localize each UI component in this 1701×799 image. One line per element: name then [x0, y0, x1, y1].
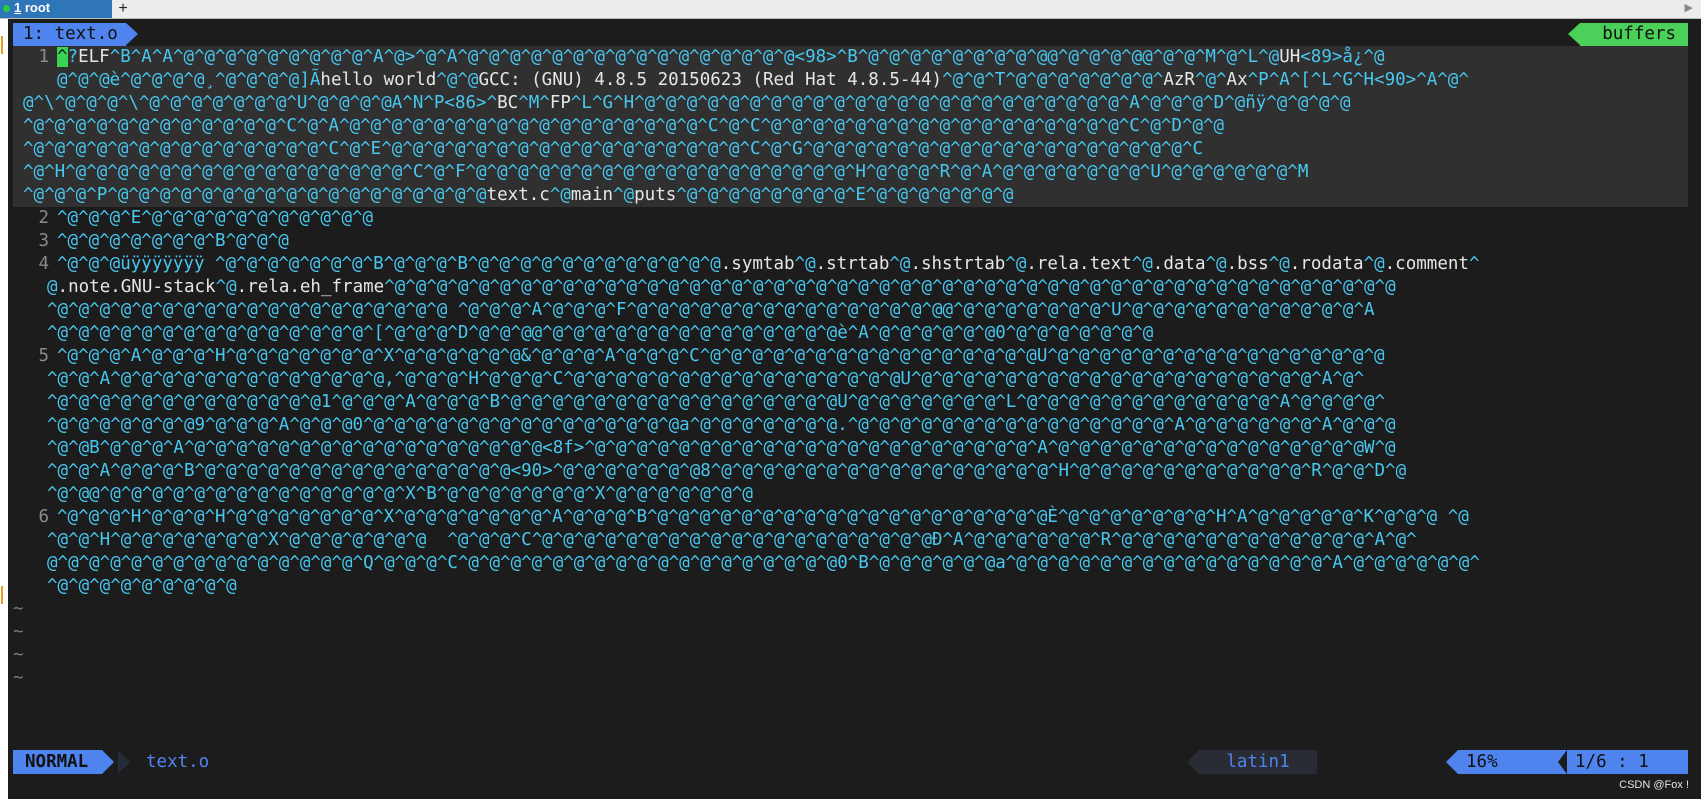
buffers-label: buffers [1568, 23, 1688, 46]
line-text: ^@^@B^@^@^@^A^@^@^@^@^@^@^@^@^@^@^@^@^@^… [47, 438, 1396, 458]
editor-line[interactable]: 5 ^@^@^@^A^@^@^@^H^@^@^@^@^@^@^@^X^@^@^@^… [13, 345, 1688, 368]
position-box: 16% 1/6 : 1 [1446, 750, 1688, 774]
buffer-tab[interactable]: 1: text.o [13, 23, 138, 46]
cursor: ^ [57, 47, 68, 67]
connection-status-icon [3, 5, 10, 12]
line-text: ^@^@^@^@^@^@^@^@^@^@^@^@^@^@^C^@^E^@^@^@… [23, 139, 1204, 159]
line-text: @^\^@^@^@^\^@^@^@^@^@^@^@^U^@^@^@^@A^N^P… [23, 93, 1351, 113]
line-text: ^@^@^H^@^@^@^@^@^@^@^X^@^@^@^@^@^@^@ ^@^… [47, 530, 1417, 550]
editor-line[interactable]: ^@^@@^@^@^@^@^@^@^@^@^@^@^@^@^@^@^X^B^@^… [13, 483, 1688, 506]
editor-line[interactable]: 3 ^@^@^@^@^@^@^@^B^@^@^@ [13, 230, 1688, 253]
line-text: ^@^@^@^@^@^@^@9^@^@^@^A^@^@^@0^@^@^@^@^@… [47, 415, 1396, 435]
editor-line[interactable]: 4 ^@^@^@üÿÿÿÿÿÿÿ ^@^@^@^@^@^@^@^B^@^@^@^B… [13, 253, 1688, 276]
editor-line[interactable]: 2 ^@^@^@^E^@^@^@^@^@^@^@^@^@^@^@ [13, 207, 1688, 230]
status-filename: text.o [146, 752, 210, 772]
editor-line[interactable]: ^@^@^@^@^@^@^@^@^@^@^@^@^@1^@^@^@^A^@^@^… [13, 391, 1688, 414]
editor-line[interactable]: ^@^@^@^@^@^@^@^@^@^@^@^@^@^@^@^@^@^@^@ ^… [13, 299, 1688, 322]
gutter-marker [1, 36, 3, 54]
line-number: 3 [38, 231, 49, 251]
editor-line[interactable]: 6 ^@^@^@^H^@^@^@^H^@^@^@^@^@^@^@^X^@^@^@^… [13, 506, 1688, 529]
tab-root[interactable]: 1 root [0, 0, 112, 18]
editor-line[interactable]: ^@^H^@^@^@^@^@^@^@^@^@^@^@^@^@^@^@^@^C^@… [13, 161, 1688, 184]
status-line: NORMAL text.o latin1 16% 1/6 : 1 [13, 750, 1688, 774]
editor-line[interactable]: ^@^@^@^@^@^@^@^@^@^@^@^@^C^@^A^@^@^@^@^@… [13, 115, 1688, 138]
tab-scroll-right-icon[interactable]: ▶ [1685, 0, 1693, 16]
tab-bar: 1 root + ▶ [0, 0, 1701, 19]
cursor-position: 1/6 : 1 [1575, 752, 1649, 772]
line-text: ^@^@^@^E^@^@^@^@^@^@^@^@^@^@^@ [57, 208, 374, 228]
editor-line[interactable]: @.note.GNU-stack^@.rela.eh_frame^@^@^@^@… [13, 276, 1688, 299]
add-tab-button[interactable]: + [114, 0, 132, 18]
line-text: ^@^@^@^@^@^@^@^@^@^@^@^@^C^@^A^@^@^@^@^@… [23, 116, 1225, 136]
tilde: ~ [13, 599, 24, 619]
position-separator [1558, 750, 1567, 774]
editor-line[interactable]: ^@^@^H^@^@^@^@^@^@^@^X^@^@^@^@^@^@^@ ^@^… [13, 529, 1688, 552]
line-text: ^@^@^@^@^@^@^@^B^@^@^@ [57, 231, 289, 251]
left-gutter [0, 19, 8, 799]
line-text: ^@^@@^@^@^@^@^@^@^@^@^@^@^@^@^@^@^X^B^@^… [47, 484, 753, 504]
line-text: ^@^@^@^P^@^@^@^@^@^@^@^@^@^@^@^@^@^@^@^@… [23, 185, 1014, 205]
empty-line-marker[interactable]: ~ [13, 621, 1688, 644]
line-text: ^@^@^@^H^@^@^@^H^@^@^@^@^@^@^@^X^@^@^@^@… [57, 507, 1469, 527]
vim-editor[interactable]: 1: text.o buffers 1 ^?ELF^B^A^A^@^@^@^@^@… [13, 19, 1688, 799]
line-text: @^@^@è^@^@^@^@¸^@^@^@^@]Ãhello world^@^@… [57, 70, 1469, 90]
line-text: ^@^@^@^@^@^@^@^@^@ [47, 576, 237, 596]
mode-separator [118, 750, 130, 774]
mode-indicator: NORMAL [13, 750, 115, 774]
line-text: @^@^@^@^@^@^@^@^@^@^@^@^@^@^@^Q^@^@^@^C^… [47, 553, 1480, 573]
editor-line[interactable]: ^@^@^@^P^@^@^@^@^@^@^@^@^@^@^@^@^@^@^@^@… [13, 184, 1688, 207]
editor-line[interactable]: ^@^@^A^@^@^@^B^@^@^@^@^@^@^@^@^@^@^@^@^@… [13, 460, 1688, 483]
editor-line[interactable]: 1 ^?ELF^B^A^A^@^@^@^@^@^@^@^@^@^A^@>^@^A^… [13, 46, 1688, 69]
buffer-line: 1: text.o buffers [13, 23, 1688, 46]
scroll-percent: 16% [1466, 752, 1498, 772]
editor-line[interactable]: ^@^@^@^@^@^@^@^@^@^@^@^@^@^@^@^[^@^@^@^D… [13, 322, 1688, 345]
editor-line[interactable]: @^\^@^@^@^\^@^@^@^@^@^@^@^U^@^@^@^@A^N^P… [13, 92, 1688, 115]
tilde: ~ [13, 668, 24, 688]
tab-number: 1 [14, 0, 22, 15]
line-text: ^@^@^@^@^@^@^@^@^@^@^@^@^@^@^@^[^@^@^@^D… [47, 323, 1154, 343]
empty-line-marker[interactable]: ~ [13, 644, 1688, 667]
editor-line[interactable]: ^@^@B^@^@^@^A^@^@^@^@^@^@^@^@^@^@^@^@^@^… [13, 437, 1688, 460]
editor-line[interactable]: ^@^@^@^@^@^@^@9^@^@^@^A^@^@^@0^@^@^@^@^@… [13, 414, 1688, 437]
line-text: ^@^@^A^@^@^@^@^@^@^@^@^@^@^@^@^@,^@^@^@^… [47, 369, 1364, 389]
line-number: 2 [38, 208, 49, 228]
line-text: ^@^@^@^@^@^@^@^@^@^@^@^@^@^@^@^@^@^@^@ ^… [47, 300, 1375, 320]
editor-line[interactable]: @^@^@è^@^@^@^@¸^@^@^@^@]Ãhello world^@^@… [13, 69, 1688, 92]
tilde: ~ [13, 622, 24, 642]
line-text: ^@^H^@^@^@^@^@^@^@^@^@^@^@^@^@^@^@^@^C^@… [23, 162, 1309, 182]
line-number: 4 [38, 254, 49, 274]
editor-line[interactable]: ^@^@^@^@^@^@^@^@^@^@^@^@^@^@^C^@^E^@^@^@… [13, 138, 1688, 161]
line-text: ^@^@^A^@^@^@^B^@^@^@^@^@^@^@^@^@^@^@^@^@… [47, 461, 1407, 481]
editor-line[interactable]: ^@^@^@^@^@^@^@^@^@ [13, 575, 1688, 598]
line-text: @.note.GNU-stack^@.rela.eh_frame^@^@^@^@… [47, 277, 1396, 297]
line-number: 1 [38, 47, 49, 67]
editor-line[interactable]: @^@^@^@^@^@^@^@^@^@^@^@^@^@^@^Q^@^@^@^C^… [13, 552, 1688, 575]
empty-line-marker[interactable]: ~ [13, 598, 1688, 621]
line-number: 6 [38, 507, 49, 527]
file-encoding: latin1 [1187, 750, 1317, 774]
tilde: ~ [13, 645, 24, 665]
empty-line-marker[interactable]: ~ [13, 667, 1688, 690]
line-text: ^@^@^@^@^@^@^@^@^@^@^@^@^@1^@^@^@^A^@^@^… [47, 392, 1386, 412]
line-text: ^?ELF^B^A^A^@^@^@^@^@^@^@^@^@^A^@>^@^A^@… [57, 47, 1385, 67]
line-number: 5 [38, 346, 49, 366]
gutter-marker [1, 586, 3, 604]
watermark: CSDN @Fox ! [1619, 779, 1689, 791]
editor-line[interactable]: ^@^@^A^@^@^@^@^@^@^@^@^@^@^@^@^@,^@^@^@^… [13, 368, 1688, 391]
tab-label: root [24, 0, 51, 15]
line-text: ^@^@^@üÿÿÿÿÿÿÿ ^@^@^@^@^@^@^@^B^@^@^@^B^… [57, 254, 1480, 274]
line-text: ^@^@^@^A^@^@^@^H^@^@^@^@^@^@^@^X^@^@^@^@… [57, 346, 1385, 366]
